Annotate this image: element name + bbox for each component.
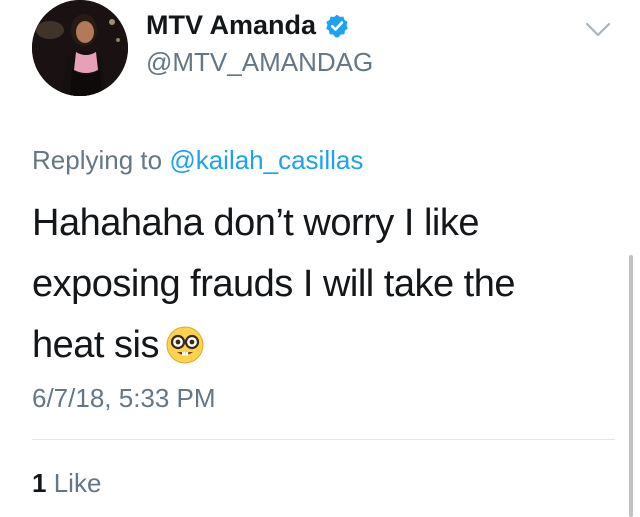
chevron-down-icon[interactable] — [584, 20, 612, 40]
display-name[interactable]: MTV Amanda — [146, 10, 316, 41]
tweet-line-last: heat sis — [32, 315, 592, 376]
reply-mention-link[interactable]: @kailah_casillas — [169, 145, 363, 175]
tweet-timestamp[interactable]: 6/7/18, 5:33 PM — [32, 383, 216, 414]
replying-to: Replying to @kailah_casillas — [32, 145, 363, 176]
likes-count: 1 — [32, 468, 47, 498]
verified-badge-icon — [326, 14, 348, 37]
tweet-line: heat sis — [32, 324, 159, 366]
user-handle[interactable]: @MTV_AMANDAG — [146, 47, 373, 78]
nerd-face-emoji — [166, 326, 204, 364]
tweet-line: exposing frauds I will take the — [32, 263, 516, 305]
tweet-text: Hahahaha don’t worry I like exposing fra… — [32, 193, 592, 376]
replying-to-label: Replying to — [32, 145, 163, 175]
avatar[interactable] — [32, 0, 128, 96]
tweet-line: Hahahaha don’t worry I like — [32, 202, 479, 244]
display-name-row[interactable]: MTV Amanda — [146, 10, 350, 41]
likes-stat[interactable]: 1 Like — [32, 468, 101, 499]
divider — [32, 439, 615, 440]
likes-label: Like — [53, 468, 102, 498]
avatar-photo — [32, 0, 128, 96]
scrollbar[interactable] — [629, 255, 633, 517]
